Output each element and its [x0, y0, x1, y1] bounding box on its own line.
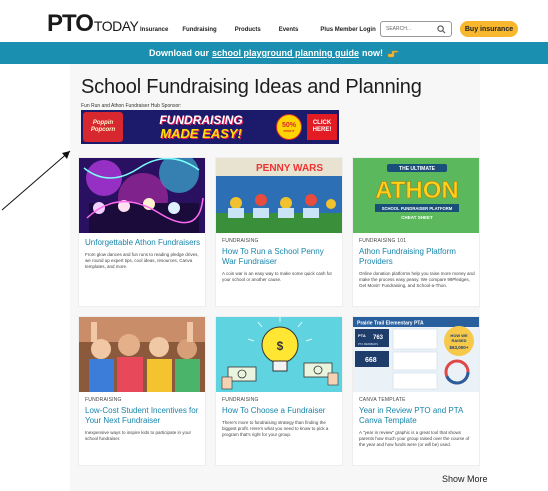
search-input[interactable] — [381, 23, 435, 35]
card-body: FUNDRAISING Low-Cost Student Incentives … — [85, 397, 201, 442]
ad-cta-line2: HERE! — [312, 127, 332, 133]
card-penny-war[interactable]: PENNY WARS FUNDRAISING How To Run a Scho… — [215, 157, 343, 307]
ad-badge-percent: 50% — [281, 121, 296, 129]
logo-pto-text: PTO — [47, 10, 94, 37]
card-choose-fundraiser[interactable]: $ FUNDRAISING How To Choose a Fundraiser… — [215, 316, 343, 466]
ad-brand-line1: Poppin — [92, 120, 114, 126]
card-title[interactable]: Year in Review PTO and PTA Canva Templat… — [359, 406, 475, 426]
logo-today-text: TODAY — [93, 18, 139, 34]
promo-suffix: now! — [362, 48, 383, 58]
profit-badge: 50% PROFIT — [276, 114, 302, 140]
card-description: Online donation platforms help you raise… — [359, 271, 475, 288]
sponsor-ad-banner[interactable]: Poppin Popcorn FUNDRAISING MADE EASY! 50… — [81, 110, 339, 144]
card-category: FUNDRAISING — [85, 397, 122, 403]
card-image-athon-cheat-sheet: THE ULTIMATE ATHON SCHOOL FUNDRAISER PLA… — [353, 158, 479, 233]
svg-text:$: $ — [277, 339, 284, 353]
playground-guide-link[interactable]: school playground planning guide — [212, 48, 359, 58]
ad-cta-line1: CLICK — [312, 120, 332, 126]
card-body: Unforgettable Athon Fundraisers From glo… — [85, 238, 201, 270]
card-title[interactable]: How To Choose a Fundraiser — [222, 406, 338, 416]
infographic-volunteers: 668 — [365, 357, 377, 364]
buy-insurance-button[interactable]: Buy insurance — [460, 21, 518, 37]
pto-today-logo[interactable]: PTO TODAY — [47, 10, 139, 37]
pointing-hand-icon — [387, 50, 399, 58]
promo-prefix: Download our — [149, 48, 209, 58]
card-category: FUNDRAISING — [222, 397, 259, 403]
card-description: From glow dances and fun runs to reading… — [85, 252, 199, 269]
site-header: PTO TODAY Insurance Fundraising Products… — [0, 0, 548, 40]
card-title[interactable]: Low-Cost Student Incentives for Your Nex… — [85, 406, 201, 426]
poppin-popcorn-logo: Poppin Popcorn — [83, 112, 123, 142]
card-description: A coin war is an easy way to make some q… — [222, 271, 333, 282]
card-category: CANVA TEMPLATE — [359, 397, 406, 403]
card-title[interactable]: Unforgettable Athon Fundraisers — [85, 238, 201, 248]
nav-events[interactable]: Events — [279, 27, 299, 33]
infographic-pta-label: PTA — [358, 333, 366, 338]
ad-headline-line1: FUNDRAISING — [159, 113, 243, 127]
promo-banner: Download our school playground planning … — [0, 42, 548, 64]
search-box — [380, 21, 452, 37]
card-image-glow-dance — [79, 158, 205, 233]
athon-top-text: THE ULTIMATE — [399, 166, 436, 172]
show-more-button[interactable]: Show More — [442, 474, 488, 484]
card-image-year-in-review-infographic: Prairie Trail Elementary PTA PTA 763 PTA… — [353, 317, 479, 392]
nav-products[interactable]: Products — [235, 27, 261, 33]
infographic-raised-line2: RAISED — [451, 338, 466, 343]
athon-sub2-text: CHEAT SHEET — [401, 215, 433, 220]
card-athon-platforms[interactable]: THE ULTIMATE ATHON SCHOOL FUNDRAISER PLA… — [352, 157, 480, 307]
nav-plus-member-login[interactable]: Plus Member Login — [320, 27, 375, 33]
card-title[interactable]: How To Run a School Penny War Fundraiser — [222, 247, 338, 267]
sponsor-label: Fun Run and Athon Fundraiser Hub Sponsor… — [81, 103, 182, 109]
card-student-incentives[interactable]: FUNDRAISING Low-Cost Student Incentives … — [78, 316, 206, 466]
card-title[interactable]: Athon Fundraising Platform Providers — [359, 247, 475, 267]
card-category: FUNDRAISING 101 — [359, 238, 407, 244]
ad-badge-label: PROFIT — [283, 128, 295, 133]
card-category: FUNDRAISING — [222, 238, 259, 244]
card-description: Inexpensive ways to inspire kids to part… — [85, 430, 192, 441]
page-title: School Fundraising Ideas and Planning — [81, 76, 422, 98]
penny-wars-sign: PENNY WARS — [256, 163, 323, 174]
athon-sub-text: SCHOOL FUNDRAISER PLATFORM — [382, 206, 453, 211]
card-description: There's more to fundraising strategy tha… — [222, 420, 329, 437]
card-body: CANVA TEMPLATE Year in Review PTO and PT… — [359, 397, 475, 448]
main-nav: Insurance Fundraising Products Events Pl… — [140, 27, 394, 33]
page: PTO TODAY Insurance Fundraising Products… — [0, 0, 548, 491]
card-year-in-review[interactable]: Prairie Trail Elementary PTA PTA 763 PTA… — [352, 316, 480, 466]
ad-headline: FUNDRAISING MADE EASY! — [131, 113, 271, 141]
ad-click-here-button[interactable]: CLICK HERE! — [307, 114, 337, 140]
nav-fundraising[interactable]: Fundraising — [182, 27, 216, 33]
ad-brand-line2: Popcorn — [90, 127, 116, 133]
infographic-raised-amount: $63,000+ — [450, 345, 469, 350]
athon-big-text: ATHON — [375, 177, 459, 204]
ad-headline-line2: MADE EASY! — [160, 126, 242, 141]
card-body: FUNDRAISING How To Choose a Fundraiser T… — [222, 397, 338, 438]
card-image-penny-wars-board: PENNY WARS — [216, 158, 342, 233]
infographic-school-name: Prairie Trail Elementary PTA — [357, 321, 424, 327]
infographic-members: 763 — [373, 335, 384, 341]
annotation-arrow — [1, 150, 71, 211]
search-icon[interactable] — [437, 25, 446, 34]
nav-insurance[interactable]: Insurance — [140, 27, 168, 33]
card-athon-fundraisers[interactable]: Unforgettable Athon Fundraisers From glo… — [78, 157, 206, 307]
card-description: A "year in review" graphic is a great to… — [359, 430, 470, 447]
card-image-lightbulb-money: $ — [216, 317, 342, 392]
infographic-members-label: PTA MEMBERS — [358, 342, 378, 346]
card-image-kids-cheering — [79, 317, 205, 392]
card-body: FUNDRAISING 101 Athon Fundraising Platfo… — [359, 238, 475, 289]
card-body: FUNDRAISING How To Run a School Penny Wa… — [222, 238, 338, 283]
